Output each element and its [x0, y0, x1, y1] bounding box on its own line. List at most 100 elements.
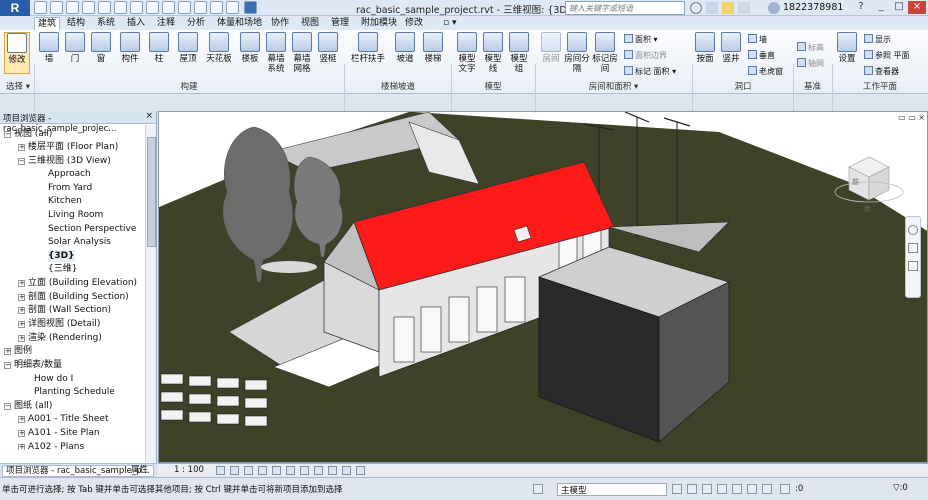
curtain-system-button[interactable]: 幕墙系统: [264, 32, 288, 74]
tab-insert[interactable]: 插入: [124, 17, 148, 30]
tab-manage[interactable]: 管理: [328, 17, 352, 30]
tab-view[interactable]: 视图: [298, 17, 322, 30]
level-button[interactable]: 标高: [797, 42, 824, 53]
navigation-bar[interactable]: [905, 216, 921, 298]
3d-view-icon[interactable]: [162, 1, 175, 14]
browser-scrollbar[interactable]: [145, 125, 156, 462]
editable-only-icon[interactable]: [687, 484, 697, 494]
zoom-icon[interactable]: [908, 243, 918, 253]
expand-icon[interactable]: +: [18, 307, 25, 314]
user-name[interactable]: 1822378981: [783, 2, 843, 13]
lock-view-icon[interactable]: [314, 466, 323, 475]
help-icon[interactable]: ?: [852, 1, 870, 14]
print-icon[interactable]: [98, 1, 111, 14]
tab-collaborate[interactable]: 协作: [268, 17, 292, 30]
tree-leaf-solar-analysis[interactable]: Solar Analysis: [48, 236, 111, 248]
worksets-icon[interactable]: [533, 484, 543, 494]
tree-leaf-section-perspective[interactable]: Section Perspective: [48, 223, 136, 235]
tab-addins[interactable]: 附加模块: [358, 17, 400, 30]
tree-leaf-3d-active[interactable]: {3D}: [48, 250, 75, 262]
grid-button[interactable]: 轴网: [797, 58, 824, 69]
undo-icon[interactable]: [66, 1, 79, 14]
vertical-opening-button[interactable]: 垂直: [748, 50, 775, 61]
tree-node-building-elevation[interactable]: + 立面 (Building Elevation): [18, 277, 137, 289]
thin-lines-icon[interactable]: [194, 1, 207, 14]
select-pinned-icon[interactable]: [732, 484, 742, 494]
dormer-button[interactable]: 老虎窗: [748, 66, 783, 77]
tag-room-button[interactable]: 标记房间: [592, 32, 618, 74]
collapse-icon[interactable]: −: [4, 362, 11, 369]
switch-window-icon[interactable]: [226, 1, 239, 14]
render-icon[interactable]: [272, 466, 281, 475]
shaft-button[interactable]: 竖井: [718, 32, 744, 64]
3d-viewport[interactable]: 前 南 ▭ ▭ ×: [158, 111, 928, 463]
collapse-icon[interactable]: −: [4, 403, 11, 410]
revit-logo-button[interactable]: R: [0, 0, 30, 16]
ribbon-toggle-icon[interactable]: ▫ ▾: [440, 17, 459, 30]
tab-modify[interactable]: 修改: [402, 17, 426, 30]
viewer-button[interactable]: 查看器: [864, 66, 899, 77]
close-icon[interactable]: ×: [908, 1, 926, 14]
show-crop-icon[interactable]: [300, 466, 309, 475]
tree-node-sheets[interactable]: − 图纸 (all): [4, 400, 52, 412]
tree-node-wall-section[interactable]: + 剖面 (Wall Section): [18, 304, 111, 316]
expand-icon[interactable]: +: [18, 335, 25, 342]
tree-node-rendering[interactable]: + 渲染 (Rendering): [18, 332, 102, 344]
save-icon[interactable]: [50, 1, 63, 14]
component-button[interactable]: 构件: [114, 32, 146, 64]
tab-architecture[interactable]: 建筑: [34, 17, 61, 30]
tree-node-detail[interactable]: + 详图视图 (Detail): [18, 318, 100, 330]
close-views-icon[interactable]: [210, 1, 223, 14]
roof-button[interactable]: 屋顶: [174, 32, 202, 64]
tree-node-3d-views[interactable]: − 三维视图 (3D View): [18, 155, 111, 167]
ref-plane-button[interactable]: 参照 平面: [864, 50, 910, 61]
view-scale[interactable]: 1 : 100: [174, 465, 204, 475]
expand-icon[interactable]: +: [18, 280, 25, 287]
minimize-icon[interactable]: _: [872, 1, 890, 14]
communication-icon[interactable]: [722, 2, 734, 14]
mullion-button[interactable]: 竖梃: [316, 32, 340, 64]
favorites-icon[interactable]: [738, 2, 750, 14]
subscription-icon[interactable]: [706, 2, 718, 14]
search-input[interactable]: 键入关键字或短语: [565, 1, 685, 15]
tree-node-legends[interactable]: + 图例: [4, 345, 32, 357]
ramp-button[interactable]: 坡道: [392, 32, 418, 64]
detail-level-icon[interactable]: [216, 466, 225, 475]
modify-button[interactable]: 修改: [4, 32, 30, 74]
model-line-button[interactable]: 模型线: [481, 32, 505, 74]
tree-leaf-kitchen[interactable]: Kitchen: [48, 195, 82, 207]
expand-icon[interactable]: +: [4, 348, 11, 355]
browser-scroll-thumb[interactable]: [147, 137, 156, 247]
exclude-options-icon[interactable]: [672, 484, 682, 494]
tree-leaf-how-do-i[interactable]: How do I: [34, 373, 73, 385]
tab-structure[interactable]: 结构: [64, 17, 88, 30]
customize-qat-icon[interactable]: [244, 1, 257, 14]
tree-node-building-section[interactable]: + 剖面 (Building Section): [18, 291, 129, 303]
dimension-icon[interactable]: [130, 1, 143, 14]
temporary-hide-icon[interactable]: [328, 466, 337, 475]
tab-analyze[interactable]: 分析: [184, 17, 208, 30]
room-separator-button[interactable]: 房间分隔: [564, 32, 590, 74]
collapse-icon[interactable]: −: [18, 158, 25, 165]
stair-button[interactable]: 楼梯: [420, 32, 446, 64]
expand-icon[interactable]: +: [18, 144, 25, 151]
close-icon[interactable]: ×: [145, 111, 153, 121]
reveal-hidden-icon[interactable]: [342, 466, 351, 475]
tree-leaf-living-room[interactable]: Living Room: [48, 209, 103, 221]
sun-path-icon[interactable]: [244, 466, 253, 475]
expand-icon[interactable]: +: [18, 430, 25, 437]
door-button[interactable]: 门: [62, 32, 88, 64]
ceiling-button[interactable]: 天花板: [202, 32, 236, 64]
column-button[interactable]: 柱: [146, 32, 172, 64]
select-links-icon[interactable]: [702, 484, 712, 494]
maximize-icon[interactable]: □: [890, 1, 908, 14]
tab-properties[interactable]: 属性: [128, 465, 151, 477]
model-text-button[interactable]: 模型文字: [455, 32, 479, 74]
set-workplane-button[interactable]: 设置: [835, 32, 859, 64]
visual-style-icon[interactable]: [230, 466, 239, 475]
measure-icon[interactable]: [114, 1, 127, 14]
tree-leaf-planting-schedule[interactable]: Planting Schedule: [34, 386, 115, 398]
tree-node-views[interactable]: − 视图 (all): [4, 128, 52, 140]
railing-button[interactable]: 栏杆扶手: [348, 32, 388, 64]
worksharing-icon[interactable]: [356, 466, 365, 475]
